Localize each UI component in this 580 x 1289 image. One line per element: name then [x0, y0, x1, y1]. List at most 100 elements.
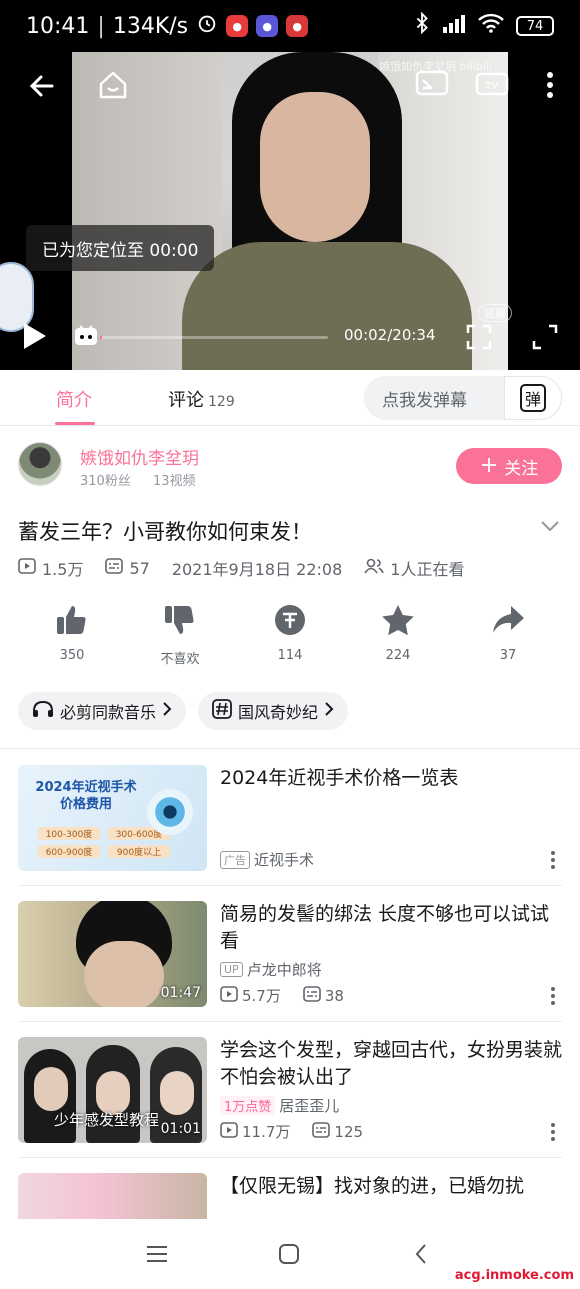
app-notification-icon: ● — [286, 15, 309, 37]
resume-toast: 已为您定位至 00:00 — [26, 225, 215, 271]
view-count: 1.5万 — [42, 560, 84, 579]
time-display: 00:02/20:34 — [344, 326, 436, 344]
rec-title: 【仅限无锡】找对象的进，已婚勿扰 — [220, 1175, 525, 1197]
like-button[interactable]: 350 — [32, 604, 112, 663]
video-duration: 01:47 — [160, 985, 201, 1001]
bluetooth-icon — [414, 11, 430, 40]
back-icon[interactable] — [24, 68, 60, 104]
likes-badge: 1万点赞 — [220, 1096, 276, 1115]
chip-topic-label: 国风奇妙纪 — [238, 703, 319, 722]
thumb-price: 600-900度 — [38, 845, 100, 858]
tab-comments-label: 评论 — [168, 390, 204, 411]
fullscreen-icon[interactable] — [530, 322, 560, 352]
video-player[interactable]: 嫉饿如仇李坌玥 bilibili TV 已为您定位至 00:00 00:02/2… — [0, 52, 580, 370]
list-item[interactable]: 【仅限无锡】找对象的进，已婚勿扰 — [18, 1173, 562, 1219]
avatar[interactable] — [18, 442, 62, 486]
follow-button[interactable]: + 关注 — [456, 448, 562, 484]
danmaku-input[interactable]: 点我发弹幕 弹 — [364, 376, 562, 420]
video-duration: 01:01 — [160, 1121, 201, 1137]
share-icon — [491, 604, 525, 640]
danmaku-send-button[interactable]: 弹 — [504, 376, 562, 420]
danmaku-placeholder: 点我发弹幕 — [382, 390, 467, 411]
list-item[interactable]: 少年感发型教程 01:01 学会这个发型，穿越回古代，女扮男装就不怕会被认出了 … — [18, 1037, 562, 1145]
chip-music-label: 必剪同款音乐 — [60, 703, 157, 722]
divider — [18, 1157, 562, 1158]
share-button[interactable]: 37 — [468, 604, 548, 663]
uploader-row: 嫉饿如仇李坌玥 310粉丝 13视频 + 关注 — [18, 440, 562, 496]
rec-title: 学会这个发型，穿越回古代，女扮男装就不怕会被认出了 — [220, 1039, 563, 1088]
uploader-name[interactable]: 嫉饿如仇李坌玥 — [80, 444, 199, 469]
menu-icon[interactable] — [140, 1237, 174, 1271]
cast-screen-icon[interactable] — [412, 66, 452, 104]
tab-underline — [55, 422, 95, 425]
list-item[interactable]: 01:47 简易的发髻的绑法 长度不够也可以试试看 UP 卢龙中郎将 5.7万 … — [18, 901, 562, 1009]
view-count: 11.7万 — [242, 1123, 291, 1141]
fans-count: 310粉丝 — [80, 474, 131, 489]
status-time: 10:41 — [26, 13, 90, 39]
wifi-icon — [478, 13, 504, 39]
tag-chips: 必剪同款音乐 国风奇妙纪 — [18, 692, 349, 730]
play-count-icon — [18, 558, 36, 578]
back-nav-icon[interactable] — [404, 1237, 438, 1271]
coin-button[interactable]: 114 — [250, 604, 330, 663]
progress-fill — [100, 336, 103, 339]
portrait-mode-button[interactable]: 竖屏 — [478, 304, 512, 322]
viewers-icon — [364, 558, 385, 578]
play-count-icon — [220, 985, 238, 1006]
hashtag-icon — [212, 699, 232, 723]
play-count-icon — [220, 1121, 238, 1142]
chip-music[interactable]: 必剪同款音乐 — [18, 692, 187, 730]
network-speed: 134K/s — [112, 13, 189, 39]
share-count: 37 — [499, 648, 517, 663]
danmaku-icon: 弹 — [519, 384, 546, 412]
video-title: 蓄发三年？小哥教你如何束发！ — [18, 520, 312, 544]
comments-count: 129 — [208, 394, 235, 410]
video-meta: 1.5万 57 2021年9月18日 22:08 1人正在看 — [18, 556, 464, 580]
progress-bar[interactable] — [100, 336, 328, 339]
rec-title: 简易的发髻的绑法 长度不够也可以试试看 — [220, 903, 550, 952]
list-item[interactable]: 2024年近视手术 价格费用 100-300度 300-600度 600-900… — [18, 765, 562, 873]
chip-topic[interactable]: 国风奇妙纪 — [198, 692, 349, 730]
watching-count: 1人正在看 — [390, 560, 465, 579]
danmaku-count-icon — [105, 558, 124, 578]
star-icon — [381, 604, 415, 640]
more-icon[interactable] — [550, 1123, 556, 1141]
tv-cast-icon[interactable]: TV — [472, 66, 512, 104]
status-bar: 10:41 | 134K/s ● ● ● 74 — [0, 0, 580, 52]
danmaku-count: 125 — [334, 1122, 364, 1141]
more-icon[interactable] — [550, 851, 556, 869]
like-count: 350 — [59, 648, 85, 663]
alarm-icon — [196, 12, 218, 40]
tab-comments[interactable]: 评论 129 — [168, 386, 235, 412]
danmaku-toggle-icon[interactable] — [72, 322, 100, 350]
dislike-button[interactable]: 不喜欢 — [140, 604, 220, 667]
video-count: 13视频 — [152, 474, 196, 489]
thumbs-down-icon — [163, 604, 197, 640]
publish-date: 2021年9月18日 22:08 — [171, 560, 343, 579]
more-options-icon[interactable] — [536, 66, 564, 104]
battery-icon: 74 — [516, 16, 554, 36]
action-bar: 350 不喜欢 114 224 37 — [0, 604, 580, 670]
favorite-button[interactable]: 224 — [358, 604, 438, 663]
fullscreen-portrait-icon[interactable] — [464, 322, 494, 352]
divider — [18, 1021, 562, 1022]
tab-intro[interactable]: 简介 — [56, 386, 92, 412]
danmaku-count-icon — [303, 985, 321, 1006]
home-icon[interactable] — [94, 66, 132, 104]
play-icon[interactable] — [16, 318, 52, 354]
thumb-caption: 少年感发型教程 — [54, 1111, 160, 1129]
rec-author: 1万点赞 居歪歪儿 — [220, 1095, 339, 1116]
eye-image — [147, 789, 193, 835]
system-nav-bar: acg.inmoke.com — [0, 1219, 580, 1289]
svg-text:TV: TV — [485, 81, 498, 92]
uploader-stats: 310粉丝 13视频 — [80, 470, 214, 489]
rec-stats: 5.7万 38 — [220, 985, 344, 1006]
author-name: 居歪歪儿 — [279, 1097, 340, 1115]
view-count: 5.7万 — [242, 987, 281, 1005]
chevron-down-icon[interactable] — [540, 518, 560, 537]
tab-bar: 简介 评论 129 点我发弹幕 弹 — [0, 370, 580, 426]
home-button-icon[interactable] — [272, 1237, 306, 1271]
more-icon[interactable] — [550, 987, 556, 1005]
video-thumbnail: 2024年近视手术 价格费用 100-300度 300-600度 600-900… — [18, 765, 207, 871]
video-thumbnail — [18, 1173, 207, 1219]
